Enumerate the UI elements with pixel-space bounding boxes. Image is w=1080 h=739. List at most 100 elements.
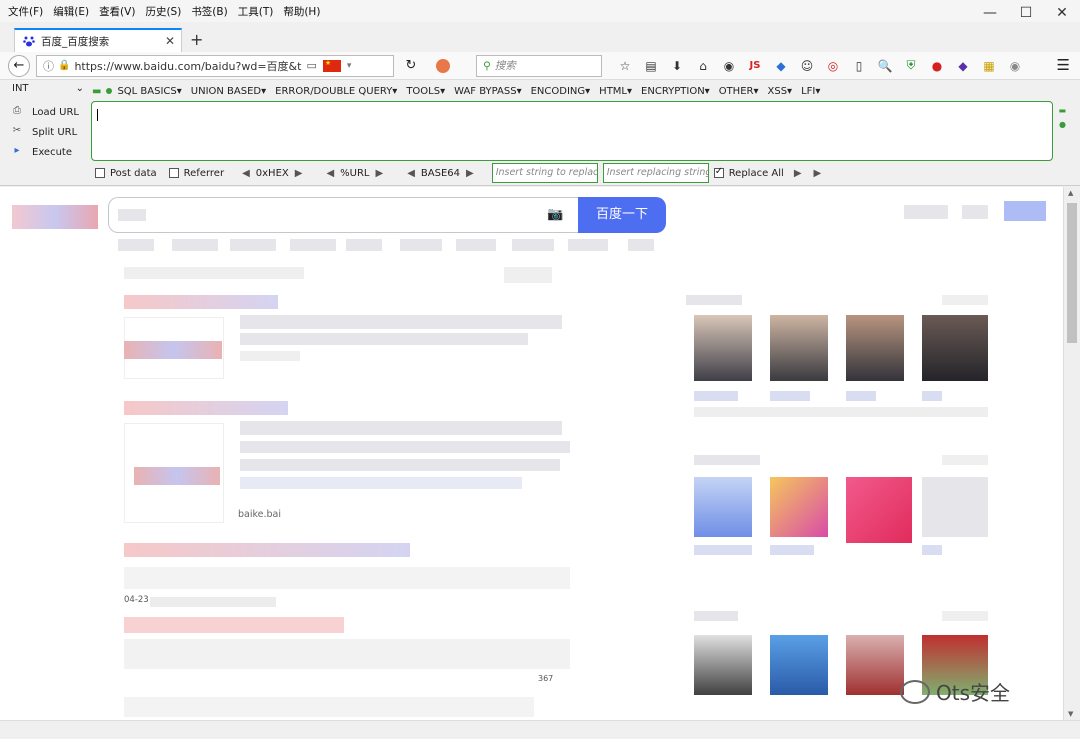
replace-arrow-icon[interactable]: ▶ — [794, 168, 802, 179]
scroll-up-icon[interactable]: ▲ — [1068, 189, 1073, 197]
search-tab[interactable] — [628, 239, 654, 251]
menu-help[interactable]: 帮助(H) — [283, 4, 320, 19]
replacing-string-input[interactable]: Insert replacing string — [602, 163, 709, 183]
search-tab[interactable] — [456, 239, 496, 251]
search-tab[interactable] — [230, 239, 276, 251]
person-name[interactable] — [694, 391, 738, 401]
extension-gray-icon[interactable]: ◉ — [1002, 59, 1028, 73]
menu-waf-bypass[interactable]: WAF BYPASS▾ — [454, 86, 521, 97]
menu-file[interactable]: 文件(F) — [8, 4, 43, 19]
side-more[interactable] — [942, 455, 988, 465]
media-thumb[interactable] — [770, 635, 828, 695]
download-icon[interactable]: ⬇ — [664, 59, 690, 73]
reload-icon[interactable]: ↻ — [400, 58, 422, 73]
app-icon[interactable] — [694, 477, 752, 537]
post-data-check[interactable] — [95, 168, 105, 178]
hex-decode-arrow-icon[interactable]: ◀ — [242, 168, 250, 179]
url-text[interactable]: https://www.baidu.com/baidu?wd=百度&t — [74, 58, 306, 74]
side-more[interactable] — [942, 611, 988, 621]
library-icon[interactable]: ▤ — [638, 59, 664, 73]
search-tab[interactable] — [290, 239, 336, 251]
url-dropdown-icon[interactable]: ▾ — [347, 61, 352, 71]
menu-encryption[interactable]: ENCRYPTION▾ — [641, 86, 710, 97]
app-name[interactable] — [694, 545, 752, 555]
hackbar-plus-icon[interactable] — [106, 88, 113, 94]
reader-view-icon[interactable]: ▭ — [306, 59, 316, 72]
devices-icon[interactable]: ▯ — [846, 59, 872, 73]
extension-purple-icon[interactable]: ◆ — [950, 59, 976, 73]
tab-baidu[interactable]: 百度_百度搜索 ✕ — [14, 28, 182, 52]
palette-icon[interactable]: ☺ — [794, 59, 820, 73]
app-icon[interactable] — [846, 477, 912, 543]
person-name[interactable] — [846, 391, 876, 401]
maximize-button[interactable]: ☐ — [1008, 0, 1044, 26]
search-tab[interactable] — [512, 239, 554, 251]
menu-tools-hb[interactable]: TOOLS▾ — [406, 86, 445, 97]
post-data-checkbox[interactable]: Post data — [95, 168, 157, 179]
search-tab[interactable] — [400, 239, 442, 251]
result-pagination[interactable] — [124, 697, 534, 717]
side-more[interactable] — [942, 295, 988, 305]
hackbar-collapse-icon[interactable]: ▬ — [1058, 106, 1066, 115]
replace-next-arrow-icon[interactable]: ▶ — [814, 168, 822, 179]
menu-error-double-query[interactable]: ERROR/DOUBLE QUERY▾ — [275, 86, 397, 97]
menu-hamburger-icon[interactable]: ☰ — [1057, 56, 1070, 74]
person-name[interactable] — [770, 391, 810, 401]
extension-grid-icon[interactable]: ▦ — [976, 59, 1002, 73]
replace-all-check[interactable] — [713, 166, 724, 178]
menu-sql-basics[interactable]: SQL BASICS▾ — [117, 86, 181, 97]
result-title[interactable] — [124, 543, 410, 557]
globe-icon[interactable]: ◉ — [716, 59, 742, 73]
bookmark-star-icon[interactable]: ☆ — [612, 59, 638, 73]
menu-tools[interactable]: 工具(T) — [238, 4, 274, 19]
search-tab[interactable] — [172, 239, 218, 251]
menu-edit[interactable]: 编辑(E) — [53, 4, 89, 19]
menu-view[interactable]: 查看(V) — [99, 4, 135, 19]
menu-other[interactable]: OTHER▾ — [719, 86, 759, 97]
person-avatar[interactable] — [694, 315, 752, 381]
app-icon[interactable] — [770, 477, 828, 537]
tab-close-icon[interactable]: ✕ — [165, 34, 175, 48]
scroll-down-icon[interactable]: ▼ — [1068, 710, 1073, 718]
search-tab[interactable] — [118, 239, 154, 251]
person-avatar[interactable] — [846, 315, 904, 381]
login-button[interactable] — [1004, 201, 1046, 221]
base64-decode-arrow-icon[interactable]: ◀ — [407, 168, 415, 179]
js-icon[interactable]: JS — [742, 60, 768, 71]
person-name[interactable] — [922, 391, 942, 401]
shield-icon[interactable]: ⛨ — [898, 58, 924, 73]
search-input[interactable] — [108, 197, 578, 233]
result-title[interactable] — [124, 401, 288, 415]
search-field[interactable]: ⚲ 搜索 — [476, 54, 602, 77]
menu-html[interactable]: HTML▾ — [599, 86, 632, 97]
menu-lfi[interactable]: LFI▾ — [801, 86, 820, 97]
app-name[interactable] — [922, 545, 942, 555]
header-link-blur[interactable] — [962, 205, 988, 219]
execute-button[interactable]: ▸ Execute — [10, 142, 90, 162]
url-encode-arrow-icon[interactable]: ▶ — [375, 168, 383, 179]
split-url-button[interactable]: ✂ Split URL — [10, 122, 90, 142]
url-bar[interactable]: ⓘ 🔒 https://www.baidu.com/baidu?wd=百度&t … — [36, 54, 394, 77]
header-link-blur[interactable] — [904, 205, 948, 219]
search-tools[interactable] — [504, 267, 552, 283]
media-thumb[interactable] — [846, 635, 904, 695]
webcam-icon[interactable]: ◎ — [820, 59, 846, 73]
menu-history[interactable]: 历史(S) — [145, 4, 181, 19]
result-title[interactable] — [124, 295, 278, 309]
menu-encoding[interactable]: ENCODING▾ — [531, 86, 591, 97]
replace-all-checkbox[interactable]: Replace All — [713, 166, 784, 179]
url-decode-arrow-icon[interactable]: ◀ — [326, 168, 334, 179]
media-thumb[interactable] — [694, 635, 752, 695]
person-avatar[interactable] — [922, 315, 988, 381]
info-icon[interactable]: ⓘ — [43, 58, 54, 74]
hackbar-url-textarea[interactable] — [91, 101, 1053, 161]
addon-orange-icon[interactable] — [436, 58, 450, 73]
menu-xss[interactable]: XSS▾ — [768, 86, 793, 97]
hackbar-expand-icon[interactable]: ● — [1059, 120, 1066, 129]
baidu-logo[interactable] — [12, 205, 98, 229]
referrer-check[interactable] — [168, 168, 179, 178]
load-url-button[interactable]: ⎙ Load URL — [10, 102, 90, 122]
minimize-button[interactable]: — — [972, 0, 1008, 26]
result-source-url[interactable]: baike.bai — [238, 509, 281, 520]
base64-encode-arrow-icon[interactable]: ▶ — [466, 168, 474, 179]
